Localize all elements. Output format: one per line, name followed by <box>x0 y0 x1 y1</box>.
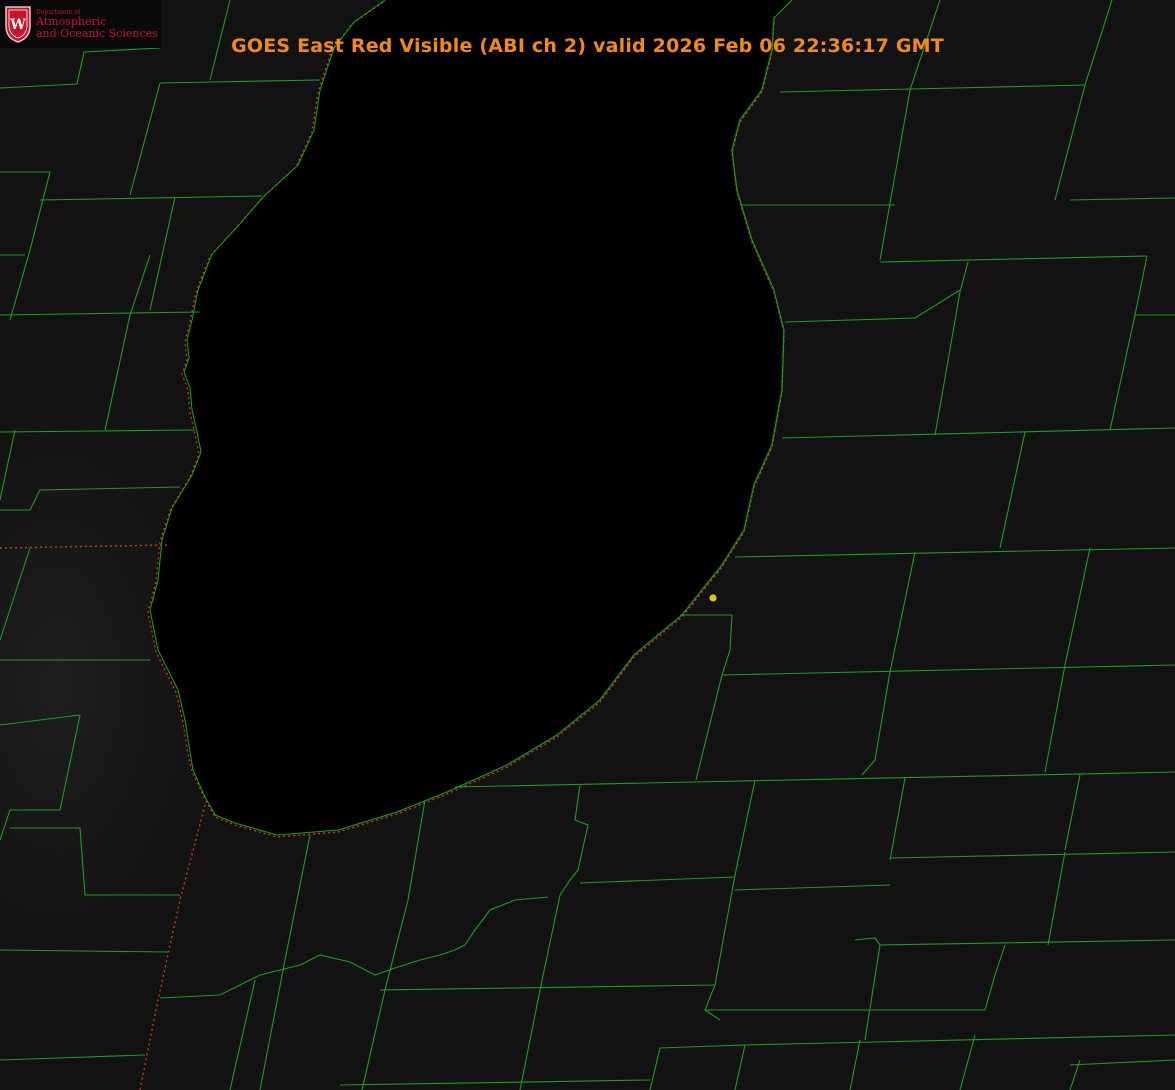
crest-letter: W <box>9 17 26 33</box>
aos-logo: W Department of Atmospheric and Oceanic … <box>0 0 161 48</box>
logo-line-1: Atmospheric <box>36 14 107 28</box>
satellite-image-viewer: GOES East Red Visible (ABI ch 2) valid 2… <box>0 0 1175 1090</box>
satellite-map <box>0 0 1175 1090</box>
logo-text: Department of Atmospheric and Oceanic Sc… <box>36 9 158 40</box>
university-crest-icon: W <box>5 6 31 43</box>
yellow-dot-marker-icon <box>709 594 717 602</box>
logo-line-2: and Oceanic Sciences <box>36 26 158 40</box>
